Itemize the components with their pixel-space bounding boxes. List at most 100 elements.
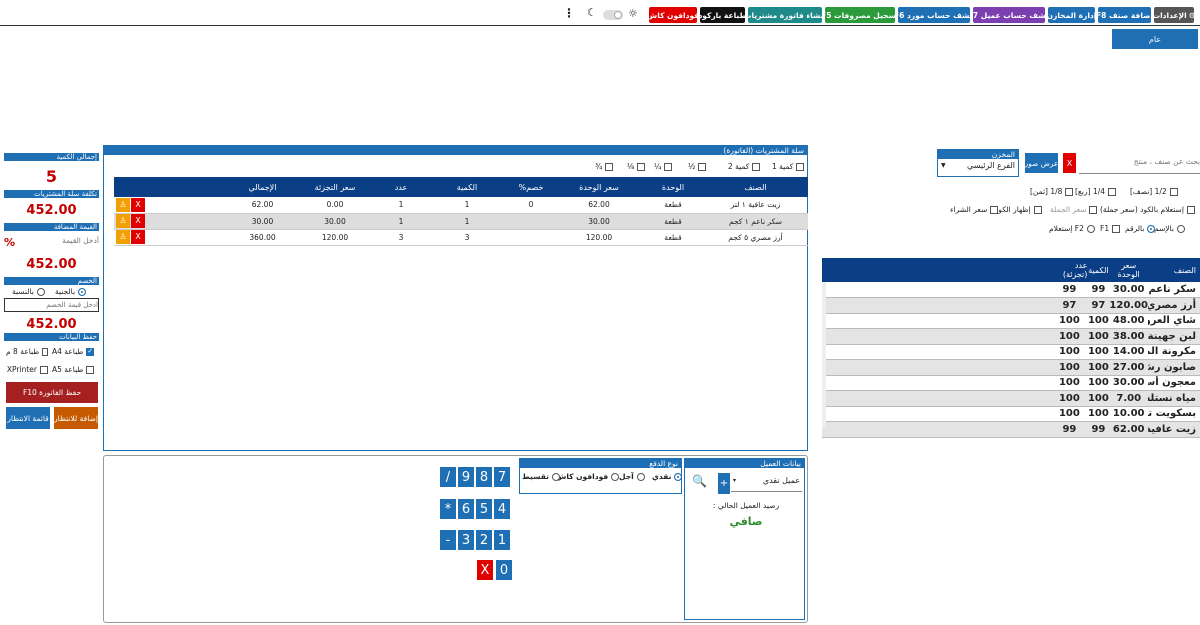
- pay-installment[interactable]: تقسيط: [522, 472, 560, 481]
- opt-f1[interactable]: F1: [1100, 224, 1121, 233]
- add-wait-button[interactable]: إضافة للانتظار: [54, 407, 98, 429]
- expenses-button[interactable]: تسجيل مصروفات F5: [825, 7, 895, 23]
- opt-f2-query[interactable]: F2 إستعلام: [1049, 224, 1095, 233]
- keypad-key[interactable]: 2: [476, 530, 492, 550]
- cart-option[interactable]: ⅛: [627, 162, 646, 171]
- stores-button[interactable]: إدارة المخازن: [1048, 7, 1095, 23]
- wait-list-button[interactable]: قائمة الانتظار: [6, 407, 50, 429]
- edit-row-icon[interactable]: ♙: [116, 230, 130, 244]
- cart-option[interactable]: ½: [688, 162, 707, 171]
- product-name: زيت عافية ١ لتر: [1148, 421, 1200, 438]
- edit-row-icon[interactable]: ♙: [116, 197, 130, 212]
- product-row[interactable]: شاي العروسة48.00100100: [822, 313, 1200, 329]
- keypad-key[interactable]: 0: [496, 560, 512, 580]
- opt-by-number[interactable]: بالرقم: [1125, 224, 1156, 233]
- opt-half[interactable]: 1/2 [نصف]: [1130, 187, 1178, 196]
- supplier-statement-button[interactable]: كشف حساب مورد F6: [898, 7, 970, 23]
- delete-row-button[interactable]: X: [131, 230, 145, 244]
- cart-qty[interactable]: 1: [427, 213, 507, 230]
- opt-purchase-price[interactable]: سعر الشراء: [950, 205, 999, 214]
- cart-disc[interactable]: 0: [507, 197, 555, 214]
- store-select[interactable]: المخزن الفرع الرئيسي ▼: [937, 149, 1019, 177]
- delete-row-button[interactable]: X: [131, 214, 145, 228]
- opt-by-name[interactable]: بالإسم: [1154, 224, 1185, 233]
- opt-wholesale-barcode[interactable]: إستعلام بالكود (سعر جملة): [1100, 205, 1195, 214]
- keypad-key[interactable]: 3: [458, 530, 474, 550]
- cart-option[interactable]: كمية 1: [772, 162, 805, 171]
- product-row[interactable]: زيت عافية ١ لتر62.009999: [822, 421, 1200, 438]
- sun-icon[interactable]: ☼: [628, 7, 638, 20]
- pay-vodafone[interactable]: فودافون كاش: [556, 472, 620, 481]
- product-price: 10.00: [1109, 406, 1148, 422]
- cart-row[interactable]: سكر ناعم ١ كجم قطعة 30.00 1 1 30.00 30.00 X♙: [114, 213, 808, 230]
- pay-credit[interactable]: آجل: [619, 472, 645, 481]
- product-name: بسكويت تودو: [1148, 406, 1200, 422]
- keypad-key[interactable]: 5: [476, 499, 492, 519]
- keypad-key[interactable]: 7: [494, 467, 510, 487]
- cart-row[interactable]: أرز مصري ٥ كجم قطعة 120.00 3 3 120.00 360.00 X♙: [114, 229, 808, 246]
- discount-input[interactable]: [4, 298, 99, 312]
- save-invoice-button[interactable]: حفظ الفاتورة F10: [6, 382, 98, 403]
- print-8cm-option[interactable]: طباعة 8 م: [6, 347, 48, 356]
- product-count: 100: [1051, 328, 1088, 345]
- moon-icon[interactable]: ☾: [587, 6, 597, 19]
- product-row[interactable]: صابون رش ٠27.00100100: [822, 359, 1200, 376]
- keypad-key[interactable]: 9: [458, 467, 474, 487]
- search-icon[interactable]: 🔍: [692, 474, 707, 488]
- search-clear-button[interactable]: X: [1063, 153, 1076, 173]
- cart-qty[interactable]: 1: [427, 197, 507, 214]
- xprinter-option[interactable]: XPrinter: [4, 365, 48, 374]
- print-a4-option[interactable]: طباعة A4: [52, 347, 95, 356]
- vodafone-button[interactable]: فودافون كاش: [649, 7, 697, 23]
- search-input[interactable]: [1079, 150, 1200, 174]
- print-a5-option[interactable]: طباعة A5: [52, 365, 95, 374]
- cart-option[interactable]: ¼: [654, 162, 673, 171]
- cart-row[interactable]: زيت عافية ١ لتر قطعة 62.00 0 1 1 0.00 62.00 X♙: [114, 197, 808, 214]
- keypad-key[interactable]: *: [440, 499, 456, 519]
- cart-option-label: كمية 2: [728, 162, 750, 171]
- opt-wholesale-price[interactable]: سعر الجملة: [1050, 205, 1098, 214]
- customer-select[interactable]: عميل نقدي ▾: [731, 470, 802, 492]
- keypad-key[interactable]: -: [440, 530, 456, 550]
- add-item-button[interactable]: إضافة صنف F8: [1098, 7, 1151, 23]
- product-row[interactable]: مكرونة الملكة14.00100100: [822, 344, 1200, 360]
- edit-row-icon[interactable]: ♙: [116, 214, 130, 228]
- discount-by-percent[interactable]: بالنسبة: [12, 287, 45, 296]
- theme-toggle[interactable]: [603, 10, 623, 20]
- product-row[interactable]: أرز مصري ٥ كجم120.009797: [822, 297, 1200, 314]
- gear-icon: ⚙: [1188, 10, 1194, 20]
- delete-row-button[interactable]: X: [131, 197, 145, 212]
- customer-statement-button[interactable]: كشف حساب عميل F7: [973, 7, 1045, 23]
- print-barcode-button[interactable]: طباعة باركود: [700, 7, 745, 23]
- pay-cash[interactable]: نقدي: [652, 472, 683, 481]
- show-images-button[interactable]: عرض صور: [1025, 153, 1058, 173]
- more-icon[interactable]: ⋮: [563, 6, 575, 20]
- purchase-invoice-button[interactable]: انشاء فاتورة مشتريات: [748, 7, 822, 23]
- keypad-clear-button[interactable]: X: [477, 560, 493, 580]
- product-row[interactable]: بسكويت تودو10.00100100: [822, 406, 1200, 422]
- cart-qty[interactable]: 3: [427, 229, 507, 246]
- keypad-key[interactable]: /: [440, 467, 456, 487]
- keypad-key[interactable]: 1: [494, 530, 510, 550]
- opt-quarter[interactable]: 1/4 [ربع]: [1075, 187, 1117, 196]
- vat-input[interactable]: [16, 234, 99, 247]
- product-price: 48.00: [1109, 313, 1148, 329]
- keypad-key[interactable]: 4: [494, 499, 510, 519]
- discount-by-amount[interactable]: بالجنية: [55, 287, 87, 296]
- opt-eighth[interactable]: 1/8 [ثمن]: [1030, 187, 1074, 196]
- add-customer-button[interactable]: +: [718, 473, 730, 494]
- keypad-key[interactable]: 6: [458, 499, 474, 519]
- keypad-key[interactable]: 8: [476, 467, 492, 487]
- product-row[interactable]: لبن جهينة ١ لتر38.00100100: [822, 328, 1200, 345]
- opt-show-code[interactable]: إظهار الكود: [995, 205, 1042, 214]
- settings-button[interactable]: ⚙ الإعدادات: [1154, 7, 1194, 23]
- cart-option[interactable]: ¾: [595, 162, 614, 171]
- product-row[interactable]: سكر ناعم ١ كجم30.009999: [822, 282, 1200, 298]
- cart-disc[interactable]: [507, 213, 555, 230]
- cart-disc[interactable]: [507, 229, 555, 246]
- tab-general[interactable]: عام: [1112, 29, 1198, 49]
- cart-price: 30.00: [555, 213, 643, 230]
- cart-option[interactable]: كمية 2: [728, 162, 761, 171]
- product-row[interactable]: معجون أسنان30.00100100: [822, 375, 1200, 391]
- product-row[interactable]: مياه نستله ١.٥7.00100100: [822, 390, 1200, 407]
